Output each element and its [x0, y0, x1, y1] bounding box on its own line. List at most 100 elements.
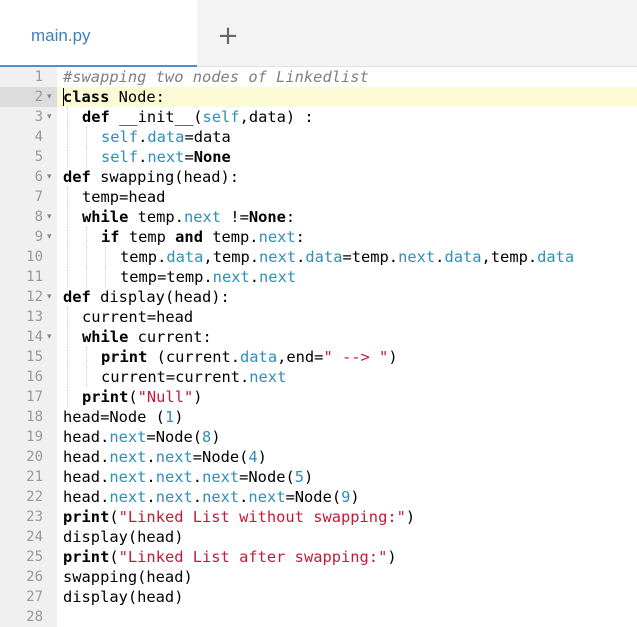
code-line[interactable]: 7 temp=head	[0, 187, 637, 207]
code-line[interactable]: 12 ▾ def display(head):	[0, 287, 637, 307]
line-number: 11	[26, 269, 43, 285]
code-token: data	[444, 248, 482, 266]
code-token: ,temp.	[481, 248, 538, 266]
code-token: ,end=	[277, 348, 324, 366]
code-token: if	[101, 228, 120, 246]
code-line[interactable]: 23 print("Linked List without swapping:")	[0, 507, 637, 527]
indent-guide	[67, 187, 68, 207]
fold-arrow-icon[interactable]: ▾	[47, 87, 57, 107]
code-line[interactable]: 16 current=current.next	[0, 367, 637, 387]
code-line[interactable]: 20 head.next.next=Node(4)	[0, 447, 637, 467]
code-line[interactable]: 2 ▾ class Node:	[0, 87, 637, 107]
code-line[interactable]: 18 head=Node (1)	[0, 407, 637, 427]
line-number: 28	[26, 609, 43, 625]
code-text: print("Null")	[82, 387, 203, 407]
line-number: 21	[26, 469, 43, 485]
code-line[interactable]: 4 self.data=data	[0, 127, 637, 147]
code-line[interactable]: 5 self.next=None	[0, 147, 637, 167]
fold-arrow-icon[interactable]: ▾	[47, 227, 57, 247]
code-token: :	[295, 228, 305, 246]
code-token: temp.	[120, 248, 167, 266]
code-token: =temp.	[342, 248, 399, 266]
code-token: display(head)	[63, 528, 184, 546]
code-line[interactable]: 3 ▾ def __init__(self,data) :	[0, 107, 637, 127]
code-text: #swapping two nodes of Linkedlist	[63, 67, 369, 87]
code-text: def __init__(self,data) :	[82, 107, 314, 127]
code-line[interactable]: 15 print (current.data,end=" --> ")	[0, 347, 637, 367]
line-number: 20	[26, 449, 43, 465]
code-editor[interactable]: 1 #swapping two nodes of Linkedlist 2 ▾ clas…	[0, 67, 637, 627]
code-token: )	[257, 448, 267, 466]
indent-guide	[86, 267, 87, 287]
code-line[interactable]: 27 display(head)	[0, 587, 637, 607]
code-text: head.next=Node(8)	[63, 427, 221, 447]
code-token: .	[146, 468, 156, 486]
code-line[interactable]: 21 head.next.next.next=Node(5)	[0, 467, 637, 487]
code-line[interactable]: 26 swapping(head)	[0, 567, 637, 587]
indent-guide	[67, 347, 68, 367]
indent-guide	[67, 227, 68, 247]
code-line[interactable]: 10 temp.data,temp.next.data=temp.next.dat…	[0, 247, 637, 267]
code-token: 5	[294, 468, 305, 486]
code-text: current=current.next	[101, 367, 286, 387]
line-number: 1	[34, 69, 43, 85]
code-lines: 1 #swapping two nodes of Linkedlist 2 ▾ clas…	[0, 67, 637, 627]
code-text: head=Node (1)	[63, 407, 184, 427]
code-line[interactable]: 11 temp=temp.next.next	[0, 267, 637, 287]
line-number-cell: 10	[0, 247, 57, 267]
line-number-cell: 1	[0, 67, 57, 87]
code-token: =	[184, 148, 194, 166]
code-text: print("Linked List without swapping:")	[63, 507, 415, 527]
code-token: next	[212, 268, 250, 286]
code-line[interactable]: 6 ▾ def swapping(head):	[0, 167, 637, 187]
code-token: next	[109, 468, 147, 486]
code-token: :	[285, 208, 296, 226]
fold-arrow-icon[interactable]: ▾	[47, 207, 57, 227]
fold-arrow-icon[interactable]: ▾	[47, 107, 57, 127]
code-token: __init__(	[109, 108, 203, 126]
code-token: data	[147, 128, 185, 146]
code-text: temp.data,temp.next.data=temp.next.data,…	[120, 247, 574, 267]
code-token: self	[202, 108, 240, 126]
code-token: next	[248, 488, 286, 506]
code-text: if temp and temp.next:	[101, 227, 305, 247]
indent-guide	[67, 327, 68, 347]
code-token: =Node(	[146, 428, 203, 446]
code-line[interactable]: 1 #swapping two nodes of Linkedlist	[0, 67, 637, 87]
code-line[interactable]: 22 head.next.next.next.next=Node(9)	[0, 487, 637, 507]
code-token: .	[296, 248, 306, 266]
line-number-cell: 13	[0, 307, 57, 327]
code-text: while current:	[82, 327, 212, 347]
code-token: next	[249, 368, 287, 386]
indent-guide	[86, 367, 87, 387]
fold-arrow-icon[interactable]: ▾	[47, 287, 57, 307]
code-line[interactable]: 9 ▾ if temp and temp.next:	[0, 227, 637, 247]
code-token: .	[138, 148, 148, 166]
code-token: .	[138, 128, 148, 146]
indent-guide	[67, 207, 68, 227]
code-token: head.	[63, 428, 110, 446]
line-number: 14	[26, 329, 43, 345]
tab-bar: main.py +	[0, 0, 637, 67]
add-tab-icon[interactable]: +	[214, 22, 242, 50]
code-text: display(head)	[63, 527, 183, 547]
tab-main-py[interactable]: main.py	[0, 0, 197, 67]
code-line[interactable]: 14 ▾ while current:	[0, 327, 637, 347]
line-number-cell: 14 ▾	[0, 327, 57, 347]
fold-arrow-icon[interactable]: ▾	[47, 167, 57, 187]
code-line[interactable]: 28	[0, 607, 637, 627]
line-number: 4	[34, 129, 43, 145]
code-line[interactable]: 13 current=head	[0, 307, 637, 327]
line-number: 17	[26, 389, 43, 405]
line-number-cell: 8 ▾	[0, 207, 57, 227]
code-line[interactable]: 8 ▾ while temp.next !=None:	[0, 207, 637, 227]
line-number: 2	[34, 89, 43, 105]
code-line[interactable]: 19 head.next=Node(8)	[0, 427, 637, 447]
line-number-cell: 26	[0, 567, 57, 587]
code-line[interactable]: 24 display(head)	[0, 527, 637, 547]
code-line[interactable]: 17 print("Null")	[0, 387, 637, 407]
fold-arrow-icon[interactable]: ▾	[47, 327, 57, 347]
line-number-cell: 4	[0, 127, 57, 147]
line-number-cell: 2 ▾	[0, 87, 57, 107]
code-line[interactable]: 25 print("Linked List after swapping:")	[0, 547, 637, 567]
